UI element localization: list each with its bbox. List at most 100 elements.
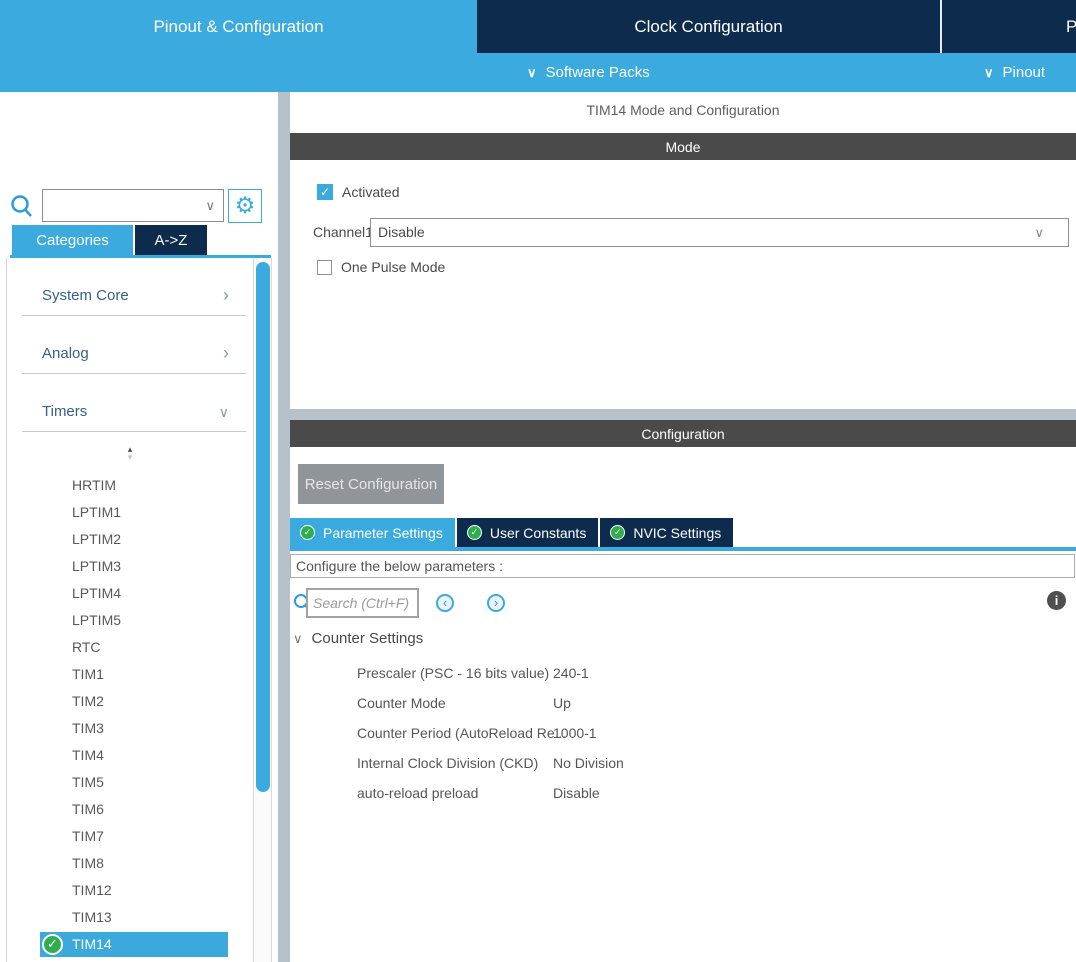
parameter-row[interactable]: auto-reload preload Disable xyxy=(290,778,1076,808)
sort-down-icon xyxy=(118,453,142,461)
configuration-section-header: Configuration xyxy=(290,420,1076,447)
panel-title: TIM14 Mode and Configuration xyxy=(290,102,1076,118)
timer-list-item[interactable]: TIM6 xyxy=(6,796,253,823)
sidebar-search-combobox[interactable] xyxy=(42,189,224,222)
category-item[interactable]: System Core xyxy=(6,258,253,316)
vertical-splitter[interactable] xyxy=(278,92,290,962)
parameters-hint: Configure the below parameters : xyxy=(290,554,1075,578)
tab-clock-configuration[interactable]: Clock Configuration xyxy=(477,0,940,53)
gear-icon xyxy=(235,195,256,218)
timer-list-item[interactable]: TIM13 xyxy=(6,904,253,931)
parameter-label: Counter Mode xyxy=(357,688,446,718)
parameter-label: Counter Period (AutoReload Re... xyxy=(357,718,566,748)
activated-label: Activated xyxy=(342,184,400,200)
timer-label: TIM14 xyxy=(72,936,112,952)
chevron-down-icon xyxy=(293,631,303,647)
sidebar-settings-button[interactable] xyxy=(228,189,262,223)
parameter-value[interactable]: Disable xyxy=(553,778,600,808)
one-pulse-checkbox[interactable] xyxy=(317,260,332,275)
parameter-value[interactable]: No Division xyxy=(553,748,624,778)
timer-list-item[interactable]: TIM12 xyxy=(6,877,253,904)
category-chevron-icon xyxy=(219,401,229,422)
tab-check-icon xyxy=(300,525,315,540)
search-next-button[interactable] xyxy=(487,594,505,612)
chevron-down-icon xyxy=(1034,225,1044,241)
timer-list-item[interactable]: LPTIM1 xyxy=(6,499,253,526)
timer-list-item[interactable]: TIM2 xyxy=(6,688,253,715)
timer-label: LPTIM5 xyxy=(72,612,121,628)
tab-partial-label: P xyxy=(1066,17,1076,37)
timer-label: TIM1 xyxy=(72,666,104,682)
timer-list-item[interactable]: TIM4 xyxy=(6,742,253,769)
timer-label: LPTIM1 xyxy=(72,504,121,520)
chevron-down-icon xyxy=(527,64,537,81)
timer-list-item[interactable]: HRTIM xyxy=(6,472,253,499)
timer-list-item[interactable]: TIM5 xyxy=(6,769,253,796)
sidebar-tab-categories[interactable]: Categories xyxy=(12,225,133,255)
info-icon[interactable] xyxy=(1047,591,1066,610)
counter-settings-group[interactable]: Counter Settings xyxy=(293,630,423,647)
timer-list-item[interactable]: LPTIM3 xyxy=(6,553,253,580)
channel1-select[interactable]: Disable xyxy=(370,218,1069,247)
timer-list-item[interactable]: TIM3 xyxy=(6,715,253,742)
tab-project-manager-partial[interactable]: P xyxy=(942,0,1076,53)
activated-checkbox[interactable] xyxy=(317,184,333,200)
timer-list-item[interactable]: TIM7 xyxy=(6,823,253,850)
parameter-row[interactable]: Counter Period (AutoReload Re... 1000-1 xyxy=(290,718,1076,748)
sidebar-scrollbar-thumb[interactable] xyxy=(256,262,270,792)
peripherals-sidebar: Categories A->Z System Core Analog Timer… xyxy=(0,92,278,962)
software-packs-dropdown[interactable]: Software Packs xyxy=(527,53,650,92)
timer-label: LPTIM3 xyxy=(72,558,121,574)
parameter-value[interactable]: 240-1 xyxy=(553,658,589,688)
one-pulse-label: One Pulse Mode xyxy=(341,259,445,275)
timer-label: LPTIM4 xyxy=(72,585,121,601)
category-chevron-icon xyxy=(223,343,229,364)
parameter-row[interactable]: Prescaler (PSC - 16 bits value) 240-1 xyxy=(290,658,1076,688)
list-sort-toggle[interactable] xyxy=(118,445,142,461)
timer-list-item[interactable]: LPTIM5 xyxy=(6,607,253,634)
parameter-label: auto-reload preload xyxy=(357,778,478,808)
parameter-row[interactable]: Internal Clock Division (CKD) No Divisio… xyxy=(290,748,1076,778)
chevron-down-icon xyxy=(984,64,994,81)
category-label: Timers xyxy=(42,403,87,420)
category-item[interactable]: Analog xyxy=(6,316,253,374)
tab-pinout-configuration[interactable]: Pinout & Configuration xyxy=(0,0,477,53)
configuration-tab-label: NVIC Settings xyxy=(633,525,721,541)
category-list: System Core Analog Timers xyxy=(6,258,253,432)
timer-list-item[interactable]: LPTIM2 xyxy=(6,526,253,553)
parameter-search-input[interactable] xyxy=(306,588,419,618)
timer-list-item[interactable]: LPTIM4 xyxy=(6,580,253,607)
configuration-tab-label: Parameter Settings xyxy=(323,525,443,541)
configuration-tab[interactable]: Parameter Settings xyxy=(290,518,455,547)
reset-configuration-button[interactable]: Reset Configuration xyxy=(298,464,444,504)
timer-label: TIM2 xyxy=(72,693,104,709)
horizontal-splitter[interactable] xyxy=(290,409,1076,420)
parameter-label: Internal Clock Division (CKD) xyxy=(357,748,538,778)
parameter-value[interactable]: Up xyxy=(553,688,571,718)
category-label: System Core xyxy=(42,287,129,304)
category-item[interactable]: Timers xyxy=(6,374,253,432)
configuration-tab-label: User Constants xyxy=(490,525,586,541)
selection-highlight xyxy=(40,932,228,957)
timer-list-item[interactable]: TIM1 xyxy=(6,661,253,688)
timer-list-item[interactable]: TIM14 xyxy=(6,931,253,958)
parameter-value[interactable]: 1000-1 xyxy=(553,718,597,748)
pinout-dropdown[interactable]: Pinout xyxy=(984,53,1045,92)
search-icon xyxy=(9,192,35,220)
parameter-row[interactable]: Counter Mode Up xyxy=(290,688,1076,718)
configuration-tab[interactable]: NVIC Settings xyxy=(600,518,733,547)
configuration-tabs: Parameter Settings User Constants NVIC S… xyxy=(290,518,735,547)
configuration-tab[interactable]: User Constants xyxy=(457,518,598,547)
sub-nav: Software Packs Pinout xyxy=(0,53,1076,92)
timer-label: TIM3 xyxy=(72,720,104,736)
chevron-down-icon xyxy=(205,198,215,214)
timer-list-item[interactable]: TIM8 xyxy=(6,850,253,877)
one-pulse-row: One Pulse Mode xyxy=(317,259,445,275)
tab-check-icon xyxy=(610,525,625,540)
sidebar-tab-a-to-z[interactable]: A->Z xyxy=(135,225,207,255)
timer-list-item[interactable]: RTC xyxy=(6,634,253,661)
search-previous-button[interactable] xyxy=(436,594,454,612)
category-chevron-icon xyxy=(223,285,229,306)
timer-list-item[interactable]: TIM15 xyxy=(6,958,253,962)
mode-configuration-panel: TIM14 Mode and Configuration Mode Activa… xyxy=(290,92,1076,962)
